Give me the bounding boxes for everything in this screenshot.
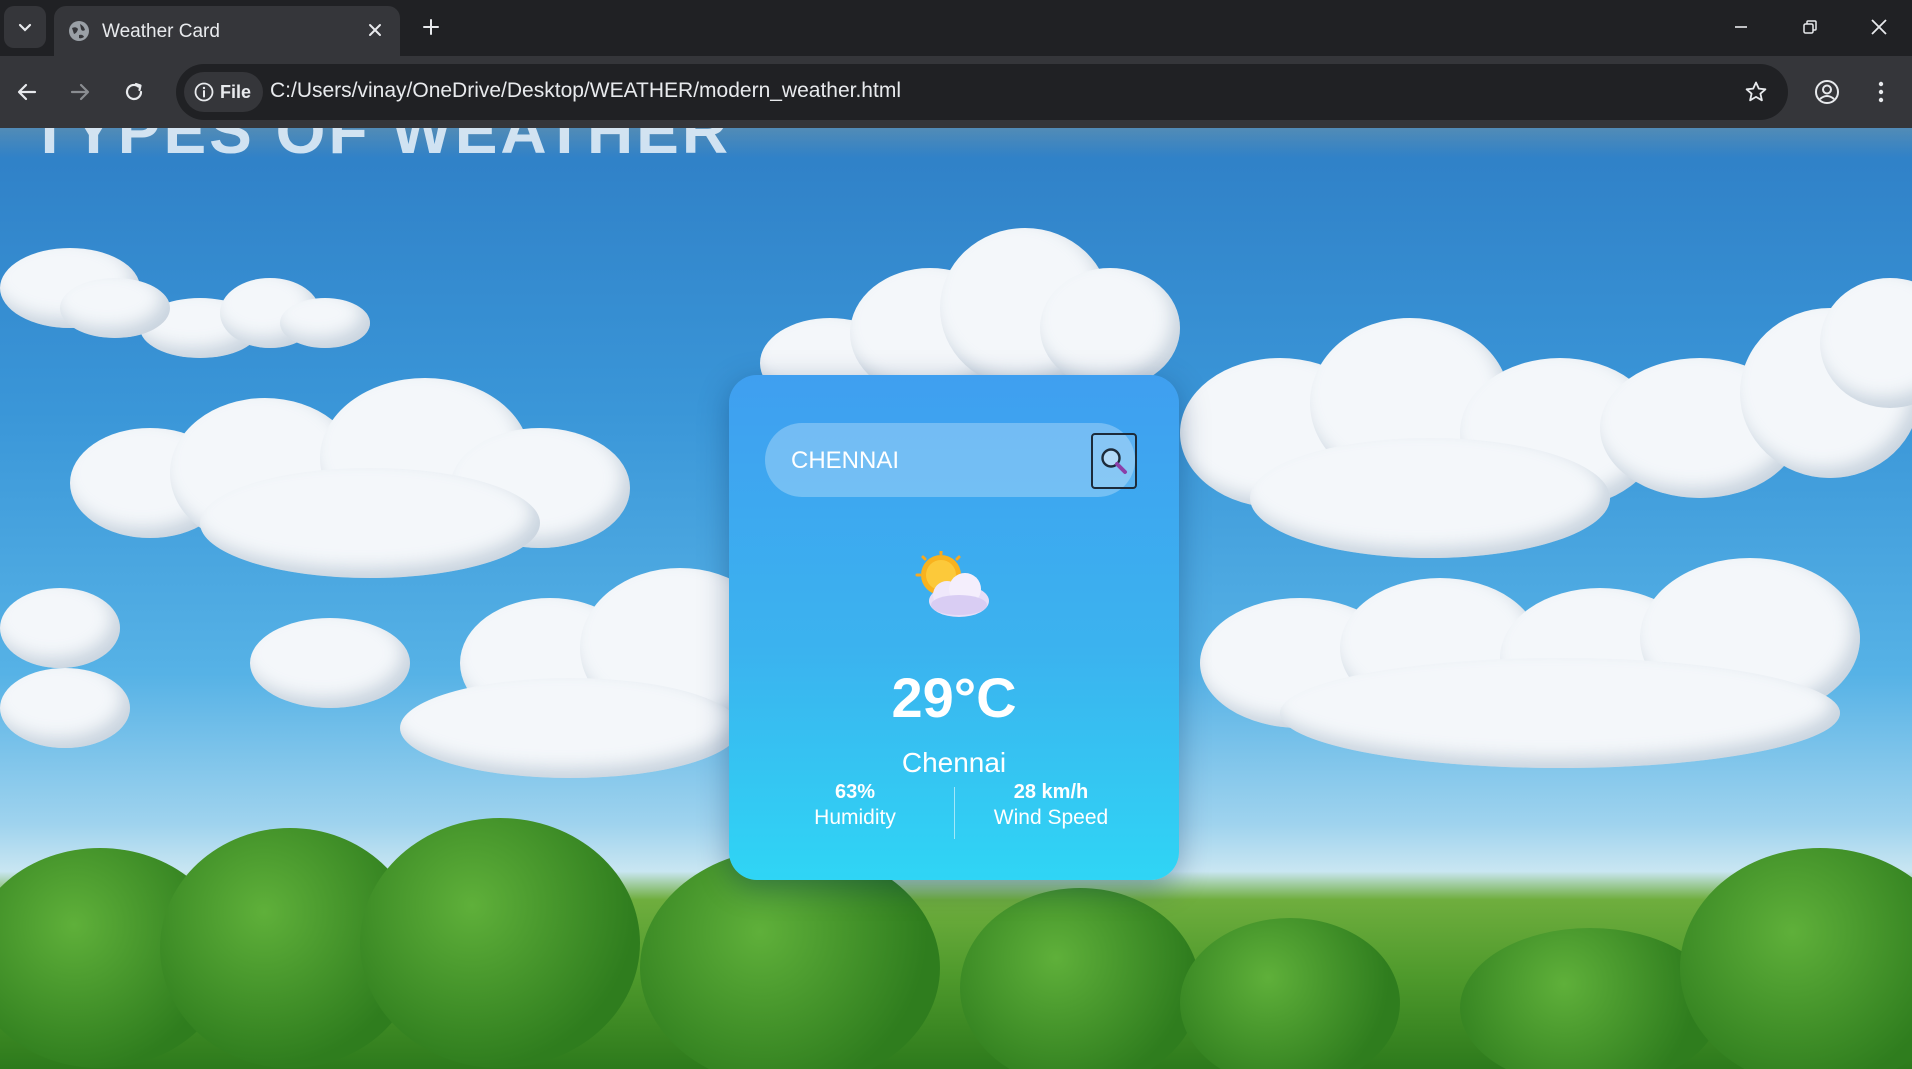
- menu-button[interactable]: [1861, 72, 1901, 112]
- arrow-left-icon: [17, 83, 37, 101]
- reload-button[interactable]: [114, 72, 154, 112]
- restore-button[interactable]: [1782, 8, 1838, 46]
- background-tree: [640, 848, 940, 1069]
- close-window-button[interactable]: [1851, 8, 1907, 46]
- profile-button[interactable]: [1807, 72, 1847, 112]
- wind-speed-label: Wind Speed: [993, 806, 1109, 829]
- site-chip-label: File: [220, 81, 252, 102]
- close-icon: [1871, 19, 1887, 35]
- background-tree: [1680, 848, 1912, 1069]
- search-icon: [1101, 448, 1127, 474]
- city-search-bar: [765, 423, 1137, 499]
- tab-title: Weather Card: [102, 21, 220, 42]
- url-text[interactable]: C:/Users/vinay/OneDrive/Desktop/WEATHER/…: [270, 79, 901, 103]
- sun-behind-cloud-icon: [915, 551, 989, 617]
- humidity-value: 63%: [834, 781, 876, 803]
- tab-search-button[interactable]: [4, 6, 46, 48]
- details-divider: [954, 787, 955, 839]
- restore-icon: [1803, 20, 1817, 34]
- address-bar[interactable]: File C:/Users/vinay/OneDrive/Desktop/WEA…: [176, 64, 1788, 120]
- back-button[interactable]: [7, 72, 47, 112]
- globe-icon: [69, 21, 89, 41]
- star-icon: [1745, 81, 1767, 102]
- background-tree: [960, 888, 1200, 1069]
- site-info-chip[interactable]: File: [184, 72, 264, 112]
- minimize-button[interactable]: [1713, 8, 1769, 46]
- background-tree: [1180, 918, 1400, 1069]
- forward-button[interactable]: [60, 72, 100, 112]
- browser-tab-bar: Weather Card: [0, 0, 1912, 56]
- background-tree: [360, 818, 640, 1068]
- browser-toolbar: File C:/Users/vinay/OneDrive/Desktop/WEA…: [0, 56, 1912, 128]
- info-icon: [194, 82, 214, 102]
- minimize-icon: [1735, 26, 1747, 28]
- page-viewport: TYPES OF WEATHER CHENNAI 29°C Chennai 63…: [0, 128, 1912, 1069]
- reload-icon: [125, 82, 143, 101]
- search-button[interactable]: [1091, 433, 1137, 489]
- city-search-input[interactable]: [789, 423, 1083, 499]
- new-tab-button[interactable]: [416, 12, 446, 42]
- city-name: Chennai: [901, 747, 1007, 778]
- temperature-value: 29°C: [891, 666, 1017, 729]
- humidity-detail: 63% Humidity: [770, 779, 940, 830]
- wind-detail: 28 km/h Wind Speed: [966, 779, 1136, 830]
- close-icon: [369, 24, 381, 36]
- chevron-down-icon: [18, 23, 32, 32]
- bookmark-button[interactable]: [1738, 74, 1774, 110]
- account-icon: [1815, 80, 1839, 104]
- weather-card: 29°C Chennai 63% Humidity 28 km/h Wind S…: [729, 375, 1179, 880]
- browser-tab[interactable]: Weather Card: [54, 6, 400, 56]
- tab-close-button[interactable]: [362, 17, 388, 43]
- arrow-right-icon: [70, 83, 90, 101]
- background-title: TYPES OF WEATHER: [30, 128, 732, 167]
- humidity-label: Humidity: [814, 806, 896, 829]
- plus-icon: [423, 19, 439, 35]
- wind-speed-value: 28 km/h: [1013, 781, 1089, 803]
- more-vertical-icon: [1878, 81, 1884, 103]
